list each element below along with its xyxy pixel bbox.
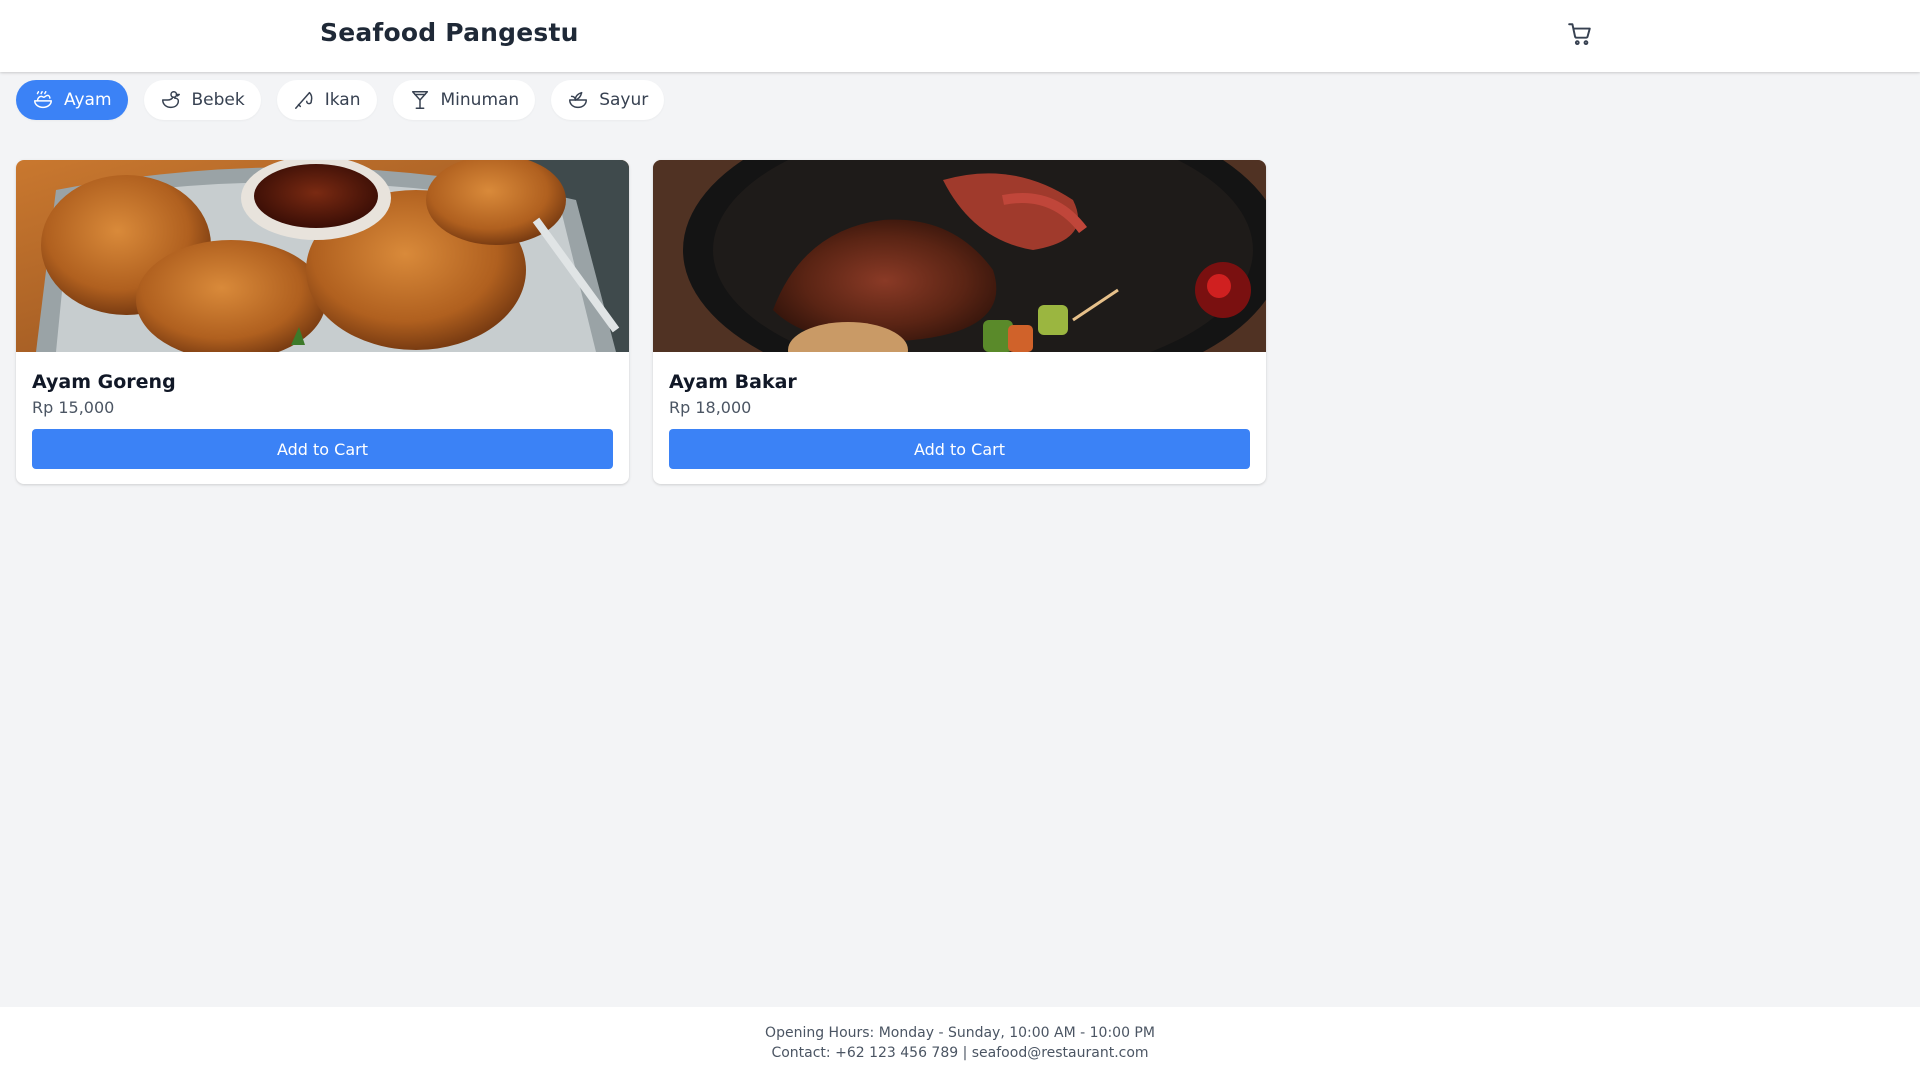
product-card: Ayam Bakar Rp 18,000 Add to Cart	[653, 160, 1266, 484]
shopping-cart-icon	[1567, 21, 1593, 51]
add-to-cart-button[interactable]: Add to Cart	[32, 429, 613, 469]
category-label: Minuman	[440, 90, 520, 110]
duck-icon	[160, 89, 182, 111]
product-price: Rp 15,000	[32, 398, 115, 417]
fishing-icon	[293, 89, 315, 111]
site-header: Seafood Pangestu	[0, 0, 1920, 72]
product-card: Ayam Goreng Rp 15,000 Add to Cart	[16, 160, 629, 484]
category-pill-minuman[interactable]: Minuman	[392, 80, 536, 120]
category-pill-sayur[interactable]: Sayur	[551, 80, 665, 120]
contact-info: Contact: +62 123 456 789 | seafood@resta…	[771, 1045, 1149, 1061]
site-footer: Opening Hours: Monday - Sunday, 10:00 AM…	[0, 1007, 1920, 1080]
product-name: Ayam Goreng	[32, 371, 176, 393]
fried-chicken-photo	[16, 160, 629, 352]
product-grid: Ayam Goreng Rp 15,000 Add to Cart Ayam B…	[16, 160, 1266, 484]
cart-button[interactable]	[1566, 22, 1594, 50]
product-price: Rp 18,000	[669, 398, 752, 417]
vegetable-bowl-icon	[567, 89, 589, 111]
category-pill-ikan[interactable]: Ikan	[276, 80, 377, 120]
opening-hours: Opening Hours: Monday - Sunday, 10:00 AM…	[765, 1025, 1155, 1041]
cocktail-glass-icon	[409, 89, 431, 111]
category-label: Ikan	[324, 90, 361, 110]
product-name: Ayam Bakar	[669, 371, 797, 393]
add-to-cart-button[interactable]: Add to Cart	[669, 429, 1250, 469]
site-title: Seafood Pangestu	[320, 18, 579, 47]
category-pill-ayam[interactable]: Ayam	[16, 80, 128, 120]
category-label: Sayur	[599, 90, 649, 110]
category-label: Bebek	[191, 90, 245, 110]
category-filter-bar: Ayam Bebek Ikan Minuman Sayur	[16, 80, 665, 120]
grilled-meat-photo	[653, 160, 1266, 352]
chicken-icon	[32, 89, 54, 111]
category-label: Ayam	[64, 90, 112, 110]
category-pill-bebek[interactable]: Bebek	[143, 80, 261, 120]
